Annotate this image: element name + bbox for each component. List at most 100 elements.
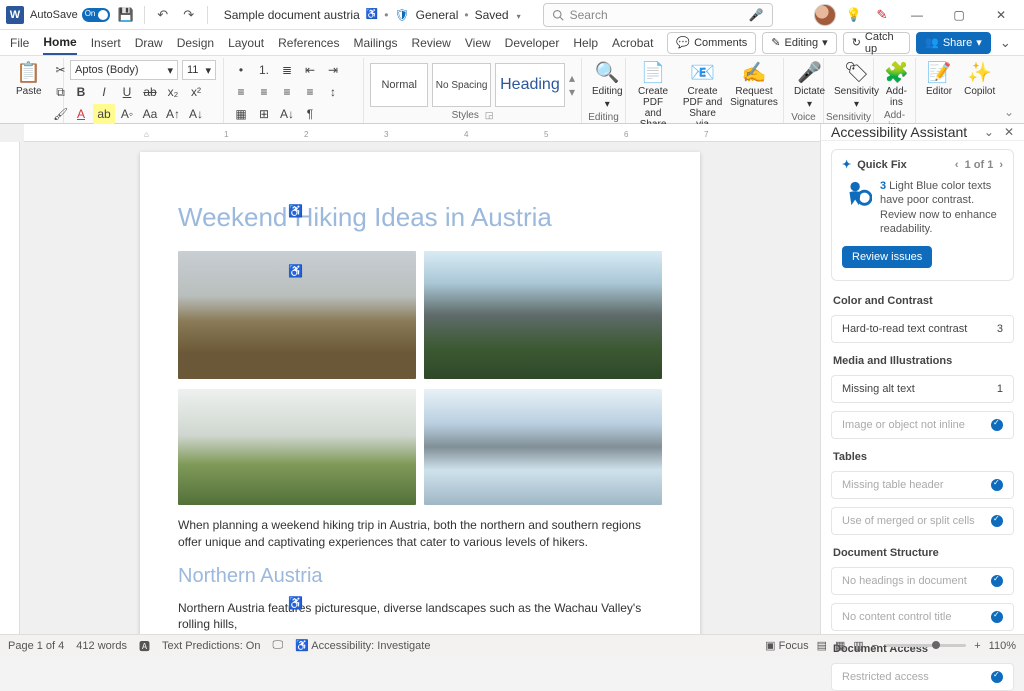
minimize-button[interactable]: — bbox=[900, 1, 934, 29]
lightbulb-icon[interactable]: 💡 bbox=[844, 5, 864, 25]
issue-content-control[interactable]: No content control title bbox=[831, 603, 1014, 631]
horizontal-ruler[interactable]: ⌂ 1 2 3 4 5 6 7 bbox=[24, 124, 820, 142]
undo-icon[interactable]: ↶ bbox=[153, 5, 173, 25]
sort-button[interactable]: A↓ bbox=[276, 104, 298, 124]
document-scroll[interactable]: ♿ ♿ ♿ Weekend Hiking Ideas in Austria bbox=[20, 142, 820, 634]
mic-icon[interactable]: 🎤 bbox=[749, 8, 764, 22]
ribbon-options-icon[interactable]: ⌄ bbox=[1000, 58, 1018, 123]
view-print-icon[interactable]: ▤ bbox=[817, 639, 827, 652]
tab-help[interactable]: Help bbox=[573, 32, 598, 54]
focus-mode-button[interactable]: ▣ Focus bbox=[765, 639, 808, 652]
issue-text-contrast[interactable]: Hard-to-read text contrast3 bbox=[831, 315, 1014, 343]
quickfix-next-icon[interactable]: › bbox=[999, 159, 1003, 171]
align-center-button[interactable]: ≡ bbox=[253, 82, 275, 102]
catchup-button[interactable]: ↻ Catch up bbox=[843, 32, 910, 54]
strike-button[interactable]: ab bbox=[139, 82, 161, 102]
editor-button[interactable]: 📝Editor bbox=[922, 60, 956, 99]
quickfix-prev-icon[interactable]: ‹ bbox=[955, 159, 959, 171]
align-right-button[interactable]: ≡ bbox=[276, 82, 298, 102]
font-name-combo[interactable]: Aptos (Body)▾ bbox=[70, 60, 178, 80]
justify-button[interactable]: ≡ bbox=[299, 82, 321, 102]
status-predictions[interactable]: Text Predictions: On bbox=[162, 640, 260, 652]
save-icon[interactable]: 💾 bbox=[116, 5, 136, 25]
status-page[interactable]: Page 1 of 4 bbox=[8, 640, 64, 652]
zoom-out-button[interactable]: − bbox=[872, 640, 878, 652]
view-read-icon[interactable]: ▦ bbox=[835, 639, 845, 652]
tab-review[interactable]: Review bbox=[412, 32, 451, 54]
request-signatures-button[interactable]: ✍Request Signatures bbox=[731, 60, 777, 110]
comments-button[interactable]: 💬 Comments bbox=[667, 32, 756, 54]
line-spacing-button[interactable]: ↕ bbox=[322, 82, 344, 102]
zoom-slider[interactable] bbox=[886, 644, 966, 647]
issue-missing-alt[interactable]: Missing alt text1 bbox=[831, 375, 1014, 403]
subscript-button[interactable]: x₂ bbox=[162, 82, 184, 102]
bullets-button[interactable]: • bbox=[230, 60, 252, 80]
multilevel-button[interactable]: ≣ bbox=[276, 60, 298, 80]
bold-button[interactable]: B bbox=[70, 82, 92, 102]
panel-dropdown-icon[interactable]: ⌄ bbox=[984, 125, 994, 139]
tab-file[interactable]: File bbox=[10, 32, 29, 54]
issue-no-headings[interactable]: No headings in document bbox=[831, 567, 1014, 595]
status-display-icon[interactable]: 🖵 bbox=[272, 639, 283, 652]
share-button[interactable]: 👥 Share ▾ bbox=[916, 32, 991, 54]
autosave-toggle[interactable]: AutoSave bbox=[30, 8, 110, 22]
increase-indent-button[interactable]: ⇥ bbox=[322, 60, 344, 80]
tab-home[interactable]: Home bbox=[43, 31, 76, 55]
view-web-icon[interactable]: ▥ bbox=[853, 639, 863, 652]
font-size-combo[interactable]: 11▾ bbox=[182, 60, 216, 80]
shrink-font-button[interactable]: A↓ bbox=[185, 104, 207, 124]
style-normal[interactable]: Normal bbox=[370, 63, 428, 107]
issue-restricted-access[interactable]: Restricted access bbox=[831, 663, 1014, 691]
close-button[interactable]: ✕ bbox=[984, 1, 1018, 29]
decrease-indent-button[interactable]: ⇤ bbox=[299, 60, 321, 80]
zoom-in-button[interactable]: + bbox=[974, 640, 980, 652]
accessibility-anchor-icon[interactable]: ♿ bbox=[288, 264, 303, 278]
style-nospacing[interactable]: No Spacing bbox=[432, 63, 490, 107]
paste-button[interactable]: 📋Paste bbox=[12, 60, 46, 99]
tab-draw[interactable]: Draw bbox=[135, 32, 163, 54]
tab-acrobat[interactable]: Acrobat bbox=[612, 32, 653, 54]
document-page[interactable]: Weekend Hiking Ideas in Austria When pla… bbox=[140, 152, 700, 634]
addins-button[interactable]: 🧩Add-ins bbox=[880, 60, 913, 110]
status-language-icon[interactable]: 🅰 bbox=[139, 638, 150, 654]
issue-merged-cells[interactable]: Use of merged or split cells bbox=[831, 507, 1014, 535]
user-avatar[interactable] bbox=[814, 4, 836, 26]
issue-image-inline[interactable]: Image or object not inline bbox=[831, 411, 1014, 439]
accessibility-anchor-icon[interactable]: ♿ bbox=[288, 596, 303, 610]
review-issues-button[interactable]: Review issues bbox=[842, 246, 932, 268]
highlight-button[interactable]: ab bbox=[93, 104, 115, 124]
borders-button[interactable]: ⊞ bbox=[253, 104, 275, 124]
styles-scroll-up-icon[interactable]: ▴ bbox=[569, 71, 575, 85]
text-effects-button[interactable]: A◦ bbox=[116, 104, 138, 124]
shading-button[interactable]: ▦ bbox=[230, 104, 252, 124]
numbering-button[interactable]: 1. bbox=[253, 60, 275, 80]
style-heading1[interactable]: Heading bbox=[495, 63, 565, 107]
editing-dropdown[interactable]: 🔍Editing▾ bbox=[588, 60, 627, 112]
tab-view[interactable]: View bbox=[465, 32, 491, 54]
document-title[interactable]: Sample document austria ♿ • 🛡 General • … bbox=[224, 8, 521, 22]
redo-icon[interactable]: ↷ bbox=[179, 5, 199, 25]
status-words[interactable]: 412 words bbox=[76, 640, 127, 652]
align-left-button[interactable]: ≡ bbox=[230, 82, 252, 102]
show-marks-button[interactable]: ¶ bbox=[299, 104, 321, 124]
copilot-button[interactable]: ✨Copilot bbox=[960, 60, 999, 99]
tab-layout[interactable]: Layout bbox=[228, 32, 264, 54]
status-accessibility[interactable]: ♿ Accessibility: Investigate bbox=[295, 639, 430, 652]
chevron-down-icon[interactable] bbox=[515, 8, 521, 22]
image-hikers-meadow[interactable] bbox=[178, 389, 416, 505]
zoom-level[interactable]: 110% bbox=[989, 640, 1016, 652]
change-case-button[interactable]: Aa bbox=[139, 104, 161, 124]
image-alpine-valley[interactable] bbox=[424, 251, 662, 379]
superscript-button[interactable]: x² bbox=[185, 82, 207, 102]
tab-design[interactable]: Design bbox=[177, 32, 214, 54]
image-lake-reflection[interactable] bbox=[424, 389, 662, 505]
panel-close-icon[interactable]: ✕ bbox=[1004, 125, 1014, 139]
editing-mode-button[interactable]: ✎ Editing ▾ bbox=[762, 32, 836, 54]
tab-developer[interactable]: Developer bbox=[505, 32, 560, 54]
toggle-switch-icon[interactable] bbox=[82, 8, 110, 22]
pen-icon[interactable]: ✎ bbox=[872, 5, 892, 25]
font-color-button[interactable]: A bbox=[70, 104, 92, 124]
underline-button[interactable]: U bbox=[116, 82, 138, 102]
issue-table-header[interactable]: Missing table header bbox=[831, 471, 1014, 499]
tab-insert[interactable]: Insert bbox=[91, 32, 121, 54]
